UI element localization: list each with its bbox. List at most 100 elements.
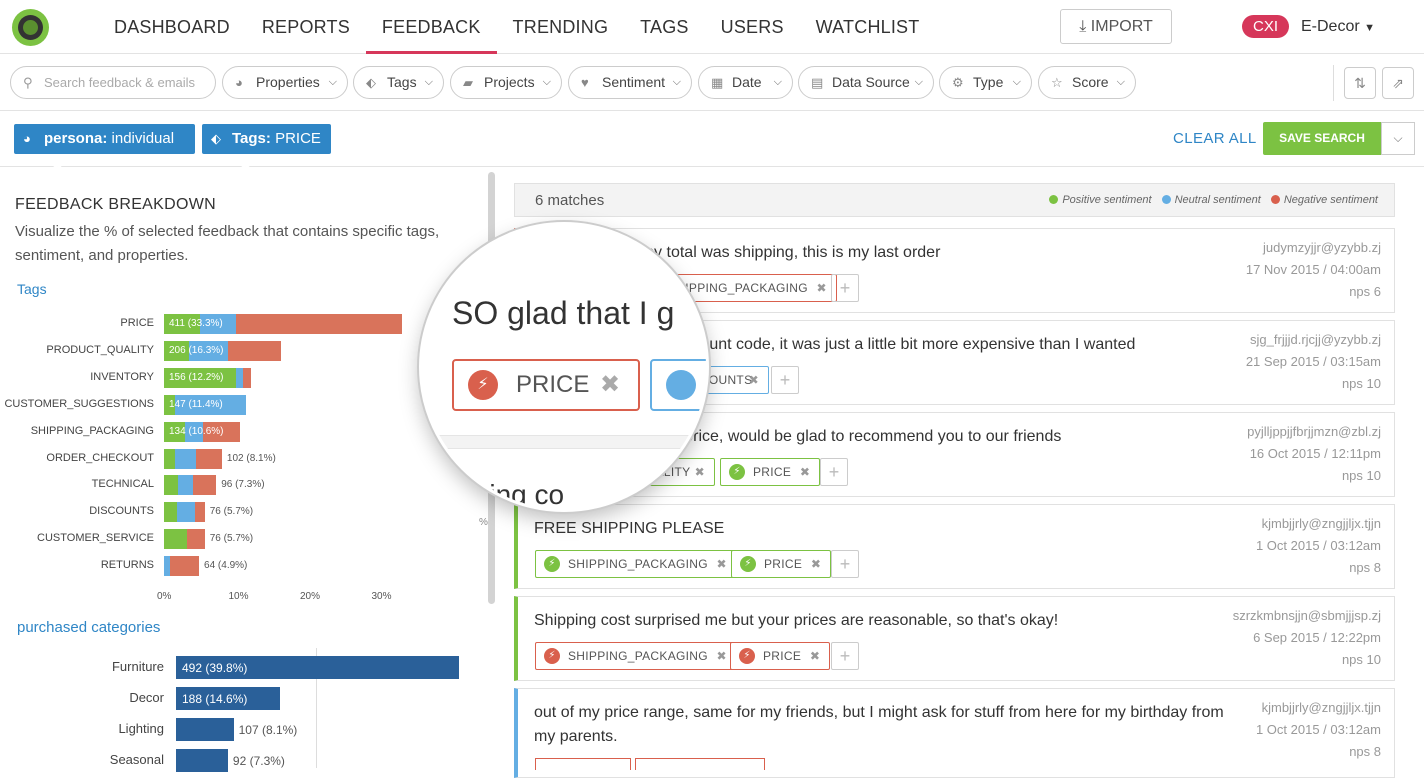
tag-partial[interactable]	[535, 758, 631, 770]
add-tag-button[interactable]: +	[831, 274, 859, 302]
feedback-email[interactable]: sjg_frjjjd.rjcjj@yzybb.zj	[1250, 332, 1381, 347]
nav-users[interactable]: USERS	[705, 0, 800, 54]
bar-segment[interactable]	[169, 556, 200, 577]
chevron-down-icon: ⌵	[542, 76, 551, 88]
tag-chart-row[interactable]: TECHNICAL 96 (7.3%)	[0, 475, 484, 496]
filter-label: Sentiment	[602, 74, 666, 90]
bar-segment[interactable]	[235, 367, 243, 388]
divider	[1333, 65, 1334, 101]
feedback-card[interactable]: FREE SHIPPING PLEASE kjmbjjrly@zngjjljx.…	[514, 504, 1395, 589]
tag-chart-row[interactable]: CUSTOMER_SERVICE 76 (5.7%)	[0, 529, 484, 550]
calendar-icon: ▦	[711, 75, 724, 90]
tag-price[interactable]: ⚡ PRICE ✖	[731, 550, 832, 578]
data-label: 64 (4.9%)	[204, 560, 248, 572]
tick-label: PRICE	[120, 317, 154, 329]
filter-projects[interactable]: ▰ Projects ⌵	[450, 66, 562, 99]
bar[interactable]	[176, 749, 228, 772]
bar-segment[interactable]	[194, 502, 205, 523]
bar-segment[interactable]	[164, 475, 179, 496]
bar-segment[interactable]	[242, 367, 252, 388]
filter-data-source[interactable]: ▤ Data Source ⌵	[798, 66, 934, 99]
tag-chart-row[interactable]: ORDER_CHECKOUT 102 (8.1%)	[0, 448, 484, 469]
add-tag-button[interactable]: +	[820, 458, 848, 486]
remove-icon[interactable]: ✖	[811, 551, 821, 577]
tag-chart-row[interactable]: RETURNS 64 (4.9%)	[0, 556, 484, 577]
filter-score[interactable]: ☆ Score ⌵	[1038, 66, 1136, 99]
remove-icon[interactable]: ✖	[749, 367, 759, 393]
legend-neutral: Neutral sentiment	[1161, 194, 1261, 206]
nav-trending[interactable]: TRENDING	[497, 0, 625, 54]
plus-icon: +	[839, 554, 851, 574]
categories-section-label[interactable]: purchased categories	[17, 619, 160, 636]
tag-chart-row[interactable]: CUSTOMER_SUGGESTIONS 147 (11.4%)	[0, 394, 484, 415]
remove-icon[interactable]: ✖	[717, 551, 727, 577]
data-label: 92 (7.3%)	[232, 754, 285, 768]
filter-chip-persona[interactable]: ◕ persona: individual ✖	[14, 124, 195, 176]
tag-chart-row[interactable]: DISCOUNTS 76 (5.7%)	[0, 502, 484, 523]
feedback-email[interactable]: szrzkmbnsjjn@sbmjjjsp.zj	[1233, 608, 1381, 623]
remove-icon[interactable]: ✖	[717, 643, 727, 669]
tag-shipping-packaging[interactable]: ⚡ SHIPPING_PACKAGING ✖	[535, 550, 737, 578]
feedback-email[interactable]: kjmbjjrly@zngjjljx.tjjn	[1262, 700, 1381, 715]
filter-date[interactable]: ▦ Date ⌵	[698, 66, 793, 99]
feedback-card[interactable]: Shipping cost surprised me but your pric…	[514, 596, 1395, 681]
remove-icon[interactable]: ✖	[695, 459, 705, 485]
remove-icon[interactable]: ✖	[817, 275, 827, 301]
import-button[interactable]: ⤓ IMPORT	[1060, 9, 1172, 44]
save-search-dropdown[interactable]: ⌵	[1381, 122, 1415, 155]
nav-tags[interactable]: TAGS	[624, 0, 704, 54]
nav-feedback[interactable]: FEEDBACK	[365, 0, 497, 54]
tag-price[interactable]: ⚡ PRICE ✖	[730, 642, 831, 670]
org-name: E-Decor	[1301, 18, 1360, 35]
save-search-button[interactable]: SAVE SEARCH	[1263, 122, 1381, 155]
tags-section-label[interactable]: Tags	[17, 281, 47, 297]
filter-chip-tags[interactable]: ⬖ Tags: PRICE ✖	[202, 124, 331, 176]
filter-type[interactable]: ⚙ Type ⌵	[939, 66, 1032, 99]
magnifier-lens: SO glad that I g ⚡ PRICE ✖ ipping co	[419, 222, 709, 512]
bar-segment[interactable]	[235, 314, 403, 334]
bar-segment[interactable]	[164, 529, 187, 550]
tag-chart-row[interactable]: INVENTORY 156 (12.2%)	[0, 367, 484, 388]
search-input[interactable]: ⚲ Search feedback & emails	[10, 66, 216, 99]
remove-icon[interactable]: ✖	[800, 459, 810, 485]
bar-segment[interactable]	[192, 475, 217, 496]
tag-chart-row[interactable]: SHIPPING_PACKAGING 134 (10.6%)	[0, 421, 484, 442]
add-tag-button[interactable]: +	[771, 366, 799, 394]
tag-shipping-packaging[interactable]: ⚡ SHIPPING_PACKAGING ✖	[535, 642, 737, 670]
app-logo[interactable]	[12, 9, 49, 46]
feedback-email[interactable]: judymzyjjr@yzybb.zj	[1263, 240, 1381, 255]
bar-segment[interactable]	[186, 529, 205, 550]
chevron-down-icon: ⌵	[1012, 76, 1021, 88]
add-tag-button[interactable]: +	[831, 550, 859, 578]
filter-sentiment[interactable]: ♥ Sentiment ⌵	[568, 66, 692, 99]
bar-segment[interactable]	[174, 448, 197, 469]
chevron-down-icon: ⌵	[1116, 76, 1125, 88]
bar-segment[interactable]	[228, 340, 281, 361]
add-tag-button[interactable]: +	[831, 642, 859, 670]
tag-partial[interactable]	[635, 758, 765, 770]
tag-chart-row[interactable]: PRICE 411 (33.3%)	[0, 314, 484, 334]
filter-properties[interactable]: ◕ Properties ⌵	[222, 66, 348, 99]
tag-chart-row[interactable]: PRODUCT_QUALITY 206 (16.3%)	[0, 340, 484, 361]
sort-button[interactable]: ⇅	[1344, 67, 1376, 99]
bar-segment[interactable]	[164, 448, 175, 469]
clear-all-link[interactable]: CLEAR ALL	[1173, 130, 1257, 147]
bar-segment[interactable]	[196, 448, 222, 469]
export-button[interactable]: ⇗	[1382, 67, 1414, 99]
tag-price[interactable]: ⚡ PRICE ✖	[720, 458, 821, 486]
bar[interactable]	[176, 718, 234, 741]
bar-segment[interactable]	[164, 502, 177, 523]
nav-dashboard[interactable]: DASHBOARD	[98, 0, 246, 54]
bar-segment[interactable]	[176, 502, 195, 523]
remove-icon[interactable]: ✖	[810, 643, 820, 669]
feedback-email[interactable]: pyjlljppjjfbrjjmzn@zbl.zj	[1247, 424, 1381, 439]
feedback-nps: nps 10	[1341, 376, 1381, 391]
nav-reports[interactable]: REPORTS	[246, 0, 366, 54]
nav-watchlist[interactable]: WATCHLIST	[800, 0, 936, 54]
bar-segment[interactable]	[178, 475, 193, 496]
org-dropdown[interactable]: E-Decor ▼	[1301, 15, 1375, 40]
feedback-email[interactable]: kjmbjjrly@zngjjljx.tjjn	[1262, 516, 1381, 531]
tick-label: 20%	[300, 591, 321, 602]
filter-tags[interactable]: ⬖ Tags ⌵	[353, 66, 444, 99]
tag-icon: ⬖	[366, 75, 376, 90]
